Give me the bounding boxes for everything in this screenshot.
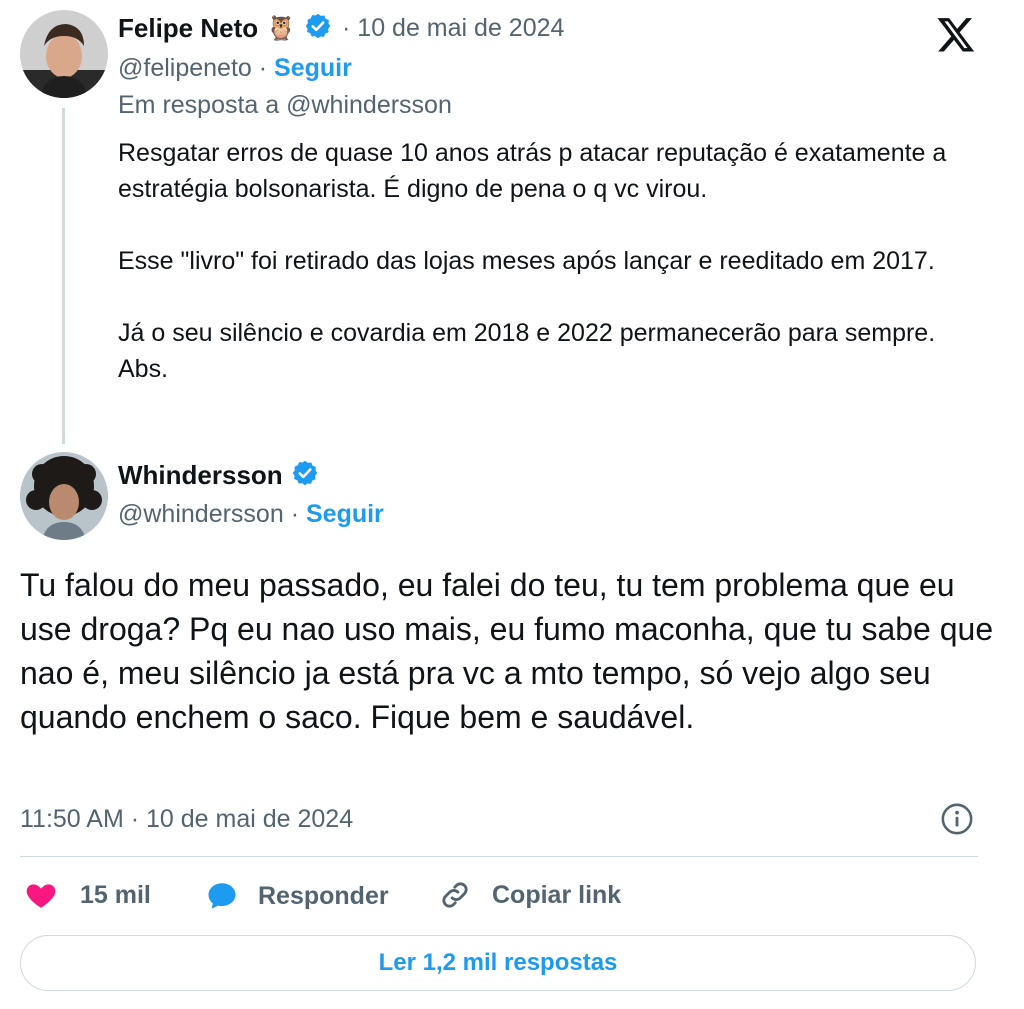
verified-badge-icon — [291, 459, 319, 492]
verified-badge-icon — [304, 12, 332, 45]
divider — [20, 856, 978, 857]
reply-paragraph: Já o seu silêncio e covardia em 2018 e 2… — [118, 319, 936, 383]
x-logo-icon[interactable] — [936, 14, 976, 54]
reply-label: Responder — [258, 881, 389, 910]
author-handle[interactable]: @felipeneto — [118, 54, 252, 82]
follow-button[interactable]: Seguir — [306, 500, 384, 528]
reply-to-label[interactable]: Em resposta a @whindersson — [118, 91, 452, 120]
like-button[interactable]: 15 mil — [24, 878, 151, 912]
author-name[interactable]: Whindersson — [118, 460, 283, 491]
tweet-date[interactable]: · 10 de mai de 2024 — [342, 14, 564, 43]
separator: · — [258, 54, 268, 82]
like-count: 15 mil — [80, 880, 151, 909]
link-icon — [438, 878, 472, 912]
main-tweet-text: Tu falou do meu passado, eu falei do teu… — [20, 567, 994, 735]
read-replies-button[interactable]: Ler 1,2 mil respostas — [20, 935, 976, 991]
avatar-whindersson[interactable] — [20, 452, 108, 540]
avatar-felipeneto[interactable] — [20, 10, 108, 98]
reply-paragraph: Resgatar erros de quase 10 anos atrás p … — [118, 139, 947, 203]
owl-emoji: 🦉 — [266, 15, 297, 42]
reply-paragraph: Esse "livro" foi retirado das lojas mese… — [118, 247, 935, 275]
reply-bubble-icon — [204, 878, 240, 914]
reply-header: Felipe Neto 🦉 · 10 de mai de 2024 — [118, 12, 564, 45]
copy-link-button[interactable]: Copiar link — [438, 878, 621, 912]
reply-button[interactable]: Responder — [204, 878, 389, 914]
tweet-timestamp[interactable]: 11:50 AM · 10 de mai de 2024 — [20, 805, 353, 834]
reply-body: Resgatar erros de quase 10 anos atrás p … — [118, 135, 988, 387]
info-icon[interactable] — [940, 802, 974, 836]
main-handle-row: @whindersson · Seguir — [118, 500, 384, 529]
thread-line — [62, 108, 65, 444]
copy-link-label: Copiar link — [492, 880, 622, 909]
main-header: Whindersson — [118, 459, 319, 492]
reply-handle-row: @felipeneto · Seguir — [118, 54, 352, 83]
author-name[interactable]: Felipe Neto — [118, 13, 258, 44]
separator: · — [290, 500, 300, 528]
heart-icon — [24, 878, 58, 912]
read-replies-label: Ler 1,2 mil respostas — [378, 949, 618, 976]
author-handle[interactable]: @whindersson — [118, 500, 284, 528]
follow-button[interactable]: Seguir — [274, 54, 352, 82]
